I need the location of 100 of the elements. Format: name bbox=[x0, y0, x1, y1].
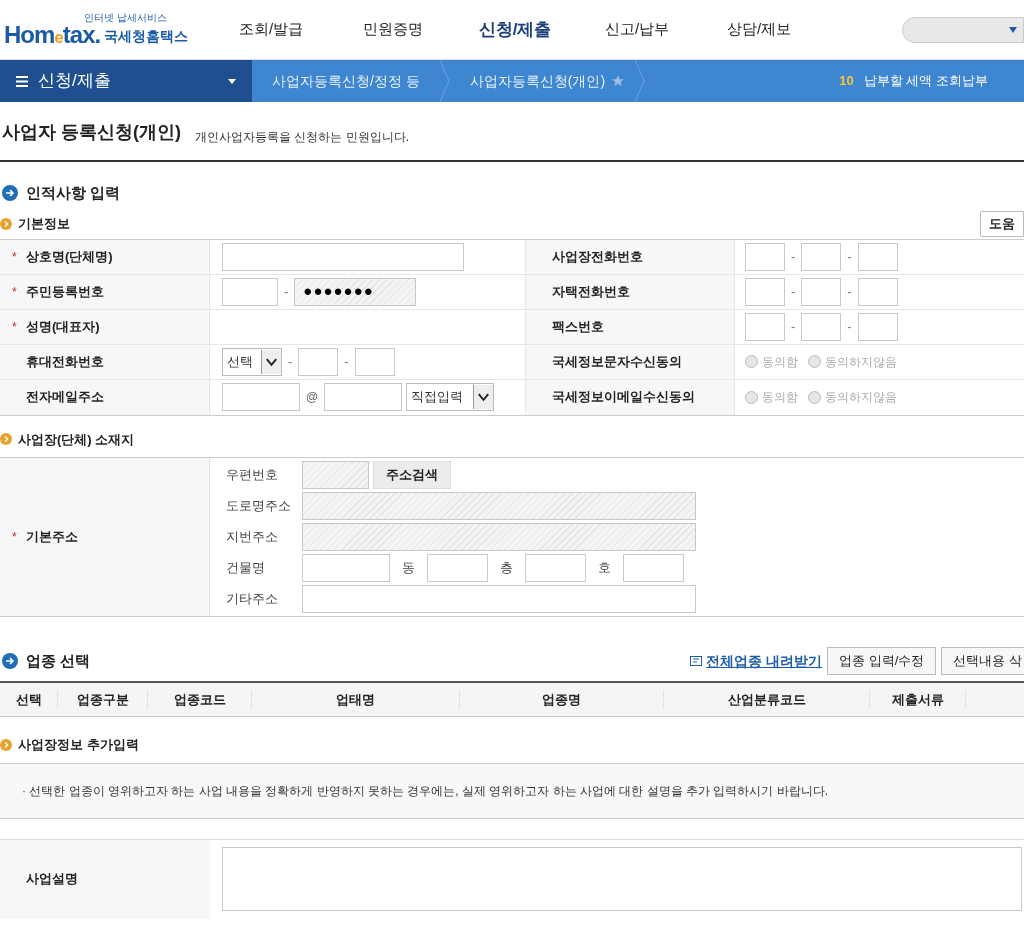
notice-text: · 선택한 업종이 영위하고자 하는 사업 내용을 정확하게 반영하지 못하는 경우에는, 실제 영위하고자 하는 사업에 대한 설명을 추가 입력하시기 바랍니다. bbox=[22, 782, 828, 800]
separator: - bbox=[283, 282, 290, 301]
caret-down-icon bbox=[228, 78, 236, 84]
input-field[interactable] bbox=[801, 242, 842, 271]
at-sign: @ bbox=[305, 389, 320, 406]
input-field[interactable] bbox=[745, 312, 785, 341]
field-label: 성명(대표자) bbox=[26, 317, 100, 336]
address-label: 우편번호 bbox=[226, 466, 279, 485]
input-field[interactable] bbox=[525, 554, 586, 582]
star-icon[interactable] bbox=[611, 74, 626, 88]
nav-tab[interactable]: 신청/제출 bbox=[454, 16, 576, 43]
logo-tagline: 인터넷 납세서비스 bbox=[84, 12, 167, 23]
required-mark: * bbox=[12, 283, 18, 301]
chevron-down-icon bbox=[261, 349, 281, 374]
download-link[interactable]: 전체업종 내려받기 bbox=[690, 650, 823, 672]
required-mark: * bbox=[12, 318, 18, 336]
search-field[interactable] bbox=[902, 16, 1024, 43]
separator: - bbox=[287, 352, 294, 371]
nav-tab[interactable]: 신고/납부 bbox=[576, 18, 698, 41]
input-field[interactable] bbox=[857, 277, 898, 306]
address-label: 기타주소 bbox=[226, 590, 279, 609]
page-title: 사업자 등록신청(개인) bbox=[2, 121, 181, 144]
input-field[interactable] bbox=[857, 242, 898, 271]
input-field[interactable] bbox=[298, 347, 339, 376]
input-field[interactable] bbox=[623, 554, 684, 582]
input-field[interactable] bbox=[801, 277, 842, 306]
menu-dropdown[interactable]: 신청/제출 bbox=[0, 60, 252, 102]
input-field[interactable] bbox=[745, 242, 785, 271]
help-button[interactable]: 도움 bbox=[980, 210, 1024, 237]
separator: - bbox=[790, 317, 797, 336]
separator: - bbox=[846, 247, 853, 266]
field-label: 국세정보이메일수신동의 bbox=[552, 388, 695, 407]
input-field[interactable] bbox=[302, 585, 696, 613]
column-header: 산업분류코드 bbox=[664, 689, 870, 710]
address-label: 지번주소 bbox=[226, 528, 279, 547]
address-label: 호 bbox=[597, 559, 612, 578]
document-icon bbox=[690, 656, 703, 666]
nav-tab[interactable]: 조회/발급 bbox=[210, 18, 332, 41]
separator: - bbox=[790, 247, 797, 266]
field-label: 자택전화번호 bbox=[552, 282, 630, 301]
separator: - bbox=[790, 282, 797, 301]
column-header: 업종코드 bbox=[148, 689, 252, 710]
required-mark: * bbox=[12, 529, 18, 546]
separator: - bbox=[846, 282, 853, 301]
column-header: 선택 bbox=[0, 689, 58, 710]
field-label: 사업장전화번호 bbox=[552, 247, 643, 266]
address-label: 층 bbox=[499, 559, 514, 578]
industry-button[interactable]: 선택내용 삭 bbox=[941, 647, 1024, 675]
hometax-logo[interactable]: 인터넷 납세서비스 Hometax. 국세청홈택스 bbox=[0, 12, 210, 47]
field-label: 전자메일주소 bbox=[26, 388, 104, 407]
subsection-title: 사업장(단체) 소재지 bbox=[18, 430, 135, 449]
readonly-field[interactable] bbox=[302, 492, 696, 520]
description-field[interactable] bbox=[222, 847, 1022, 911]
section-title: 인적사항 입력 bbox=[26, 183, 121, 203]
separator: - bbox=[343, 352, 350, 371]
masked-field[interactable]: ●●●●●●● bbox=[294, 277, 417, 306]
input-field[interactable] bbox=[302, 554, 390, 582]
required-mark: * bbox=[12, 248, 18, 266]
address-label: 도로명주소 bbox=[226, 497, 292, 516]
input-field[interactable] bbox=[745, 277, 785, 306]
chevron-divider-icon bbox=[635, 60, 646, 102]
select-field[interactable]: 직접입력 bbox=[406, 383, 495, 411]
industry-button[interactable]: 업종 입력/수정 bbox=[827, 647, 937, 675]
tax-payment-link[interactable]: 납부할 세액 조회납부 bbox=[863, 71, 988, 91]
field-label: 팩스번호 bbox=[552, 317, 604, 336]
column-header: 업종명 bbox=[460, 689, 664, 710]
subsection-title: 사업장정보 추가입력 bbox=[18, 736, 139, 754]
column-header: 업종구분 bbox=[58, 689, 148, 710]
chevron-divider-icon bbox=[439, 60, 450, 102]
logo-wordmark: Hometax. bbox=[4, 22, 101, 47]
input-field[interactable] bbox=[427, 554, 488, 582]
chevron-down-icon bbox=[473, 385, 494, 409]
field-label: 기본주소 bbox=[26, 528, 78, 547]
count-text: 10 bbox=[839, 72, 854, 91]
input-field[interactable] bbox=[222, 242, 464, 271]
input-field[interactable] bbox=[354, 347, 395, 376]
input-field[interactable] bbox=[222, 277, 278, 306]
readonly-field[interactable] bbox=[302, 523, 696, 551]
logo-agency: 국세청홈택스 bbox=[104, 26, 189, 46]
separator: - bbox=[846, 317, 853, 336]
input-field[interactable] bbox=[801, 312, 842, 341]
select-field[interactable]: 선택 bbox=[222, 347, 282, 376]
input-field[interactable] bbox=[857, 312, 898, 341]
field-label: 상호명(단체명) bbox=[26, 247, 113, 266]
field-label: 주민등록번호 bbox=[26, 282, 104, 301]
readonly-field[interactable] bbox=[302, 461, 369, 489]
field-label: 국세정보문자수신동의 bbox=[552, 352, 682, 371]
subsection-title: 기본정보 bbox=[18, 214, 70, 233]
nav-tab[interactable]: 민원증명 bbox=[332, 18, 454, 41]
address-label: 건물명 bbox=[226, 559, 266, 578]
address-label: 동 bbox=[401, 559, 416, 578]
input-field[interactable] bbox=[222, 383, 300, 411]
field-label: 사업설명 bbox=[26, 870, 78, 889]
address-search-button[interactable]: 주소검색 bbox=[373, 461, 451, 489]
section-title: 업종 선택 bbox=[26, 650, 91, 671]
field-label: 휴대전화번호 bbox=[26, 352, 104, 371]
column-header: 업태명 bbox=[252, 689, 460, 710]
column-header: 제출서류 bbox=[870, 689, 966, 710]
nav-tab[interactable]: 상담/제보 bbox=[698, 18, 820, 41]
input-field[interactable] bbox=[324, 383, 403, 411]
